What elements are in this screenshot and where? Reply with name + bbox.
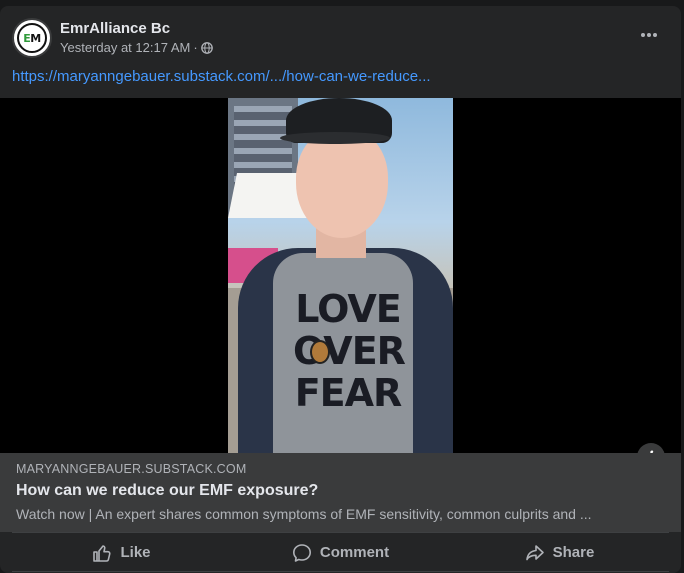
post-timestamp[interactable]: Yesterday at 12:17 AM <box>60 40 190 55</box>
action-bar: Like Comment Share <box>12 532 669 572</box>
share-arrow-icon <box>525 544 544 560</box>
comment-label: Comment <box>319 544 390 561</box>
author-name[interactable]: EmrAlliance Bc <box>60 20 170 37</box>
share-label: Share <box>552 544 595 561</box>
person-pendant <box>310 340 330 364</box>
comment-bubble-icon <box>292 543 311 562</box>
post-link[interactable]: https://maryanngebauer.substack.com/.../… <box>12 68 431 85</box>
preview-description: Watch now | An expert shares common symp… <box>16 506 592 522</box>
avatar[interactable]: EM <box>12 18 52 58</box>
avatar-logo: EM <box>17 23 47 53</box>
person-cap-brim <box>280 132 390 144</box>
share-button[interactable]: Share <box>450 533 669 572</box>
preview-domain: MARYANNGEBAUER.SUBSTACK.COM <box>16 462 247 476</box>
preview-title: How can we reduce our EMF exposure? <box>16 482 319 499</box>
meta-separator: · <box>193 40 198 55</box>
divider <box>12 571 669 572</box>
thumbs-up-icon <box>93 544 112 562</box>
more-icon[interactable] <box>639 30 659 40</box>
post-meta: Yesterday at 12:17 AM · <box>60 40 213 55</box>
comment-button[interactable]: Comment <box>231 533 450 572</box>
like-button[interactable]: Like <box>12 533 231 572</box>
person-face <box>296 128 388 238</box>
video-player[interactable]: LOVE OVER FEAR <box>0 98 681 453</box>
post-card: EM EmrAlliance Bc Yesterday at 12:17 AM … <box>0 6 681 573</box>
video-frame[interactable]: LOVE OVER FEAR <box>228 98 453 453</box>
link-preview[interactable]: MARYANNGEBAUER.SUBSTACK.COM How can we r… <box>0 453 681 532</box>
post-header: EM EmrAlliance Bc Yesterday at 12:17 AM … <box>12 18 669 60</box>
globe-icon <box>200 41 213 54</box>
like-label: Like <box>120 544 151 561</box>
